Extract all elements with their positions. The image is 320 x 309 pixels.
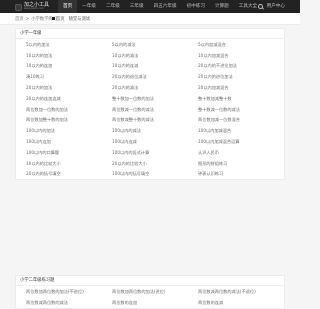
worksheet-link[interactable]: 100以内连减 (112, 139, 198, 144)
worksheet-row: 100以内的口算题 100以内的竖式计算 认识人民币 (26, 147, 284, 158)
worksheet-link[interactable]: 图形的拼组练习 (198, 161, 284, 166)
logo-url: www.jiazhi.com (24, 7, 45, 11)
worksheet-link[interactable]: 10以内的连减 (112, 63, 198, 68)
section-title: 小学一年级 (16, 29, 284, 39)
worksheet-link[interactable]: 整十数减一位数的减法 (198, 107, 284, 112)
worksheet-link[interactable]: 100以内的括号填空 (112, 171, 198, 176)
worksheet-link[interactable]: 两位数加减一位数混合 (198, 117, 284, 122)
worksheet-row: 20以内的括号填空 100以内的括号填空 钟表认识练习 (26, 169, 284, 180)
nav-item-middle-school[interactable]: 初中练习 (182, 0, 210, 13)
worksheet-row: 两位数加两位数的加法(不进位) 两位数加两位数的加法(进位) 两位数减两位数的减法(… (26, 286, 284, 297)
worksheet-link[interactable]: 5以内的减法 (112, 42, 198, 47)
worksheet-link[interactable]: 20以内的加法 (26, 85, 112, 90)
worksheet-link[interactable]: 两位数加整十数的加法 (26, 117, 112, 122)
worksheet-link[interactable]: 20以内的退位减法 (112, 74, 198, 79)
worksheet-link[interactable]: 两位数加一位数的加法 (26, 107, 112, 112)
worksheet-grid: 5以内的加法 5以内的减法 5以内加减混合 10以内的加法 10以内的减法 10以内加减混… (16, 39, 284, 179)
worksheet-link[interactable]: 两位数的连减 (198, 300, 284, 305)
worksheet-link[interactable]: 20以内的进位加法 (198, 74, 284, 79)
worksheet-link[interactable]: 100以内加减混合 (198, 128, 284, 133)
grade-1-section: 小学一年级 5以内的加法 5以内的减法 5以内加减混合 10以内的加法 10以内的减法 1… (15, 28, 285, 181)
breadcrumb-bar: 首页 > 小学数学练习 首页 随堂与测试 (0, 13, 300, 25)
site-logo[interactable]: 加之小工具 www.jiazhi.com (15, 3, 49, 11)
worksheet-row: 100以内连加 100以内连减 100以内加减混合运算 (26, 136, 284, 147)
header-actions: 用户中心 (257, 0, 285, 13)
worksheet-link[interactable]: 整十数加一位数的加法 (112, 96, 198, 101)
worksheet-row: 20以内的连加连减 整十数加一位数的加法 整十数加减整十数 (26, 93, 284, 104)
main-nav: 首页 一年级 二年级 三年级 四五六年级 初中练习 计算题 工具大全 (58, 0, 262, 13)
worksheet-row: 10以内的连加 10以内的连减 20以内的不进位加法 (26, 61, 284, 72)
worksheet-link[interactable]: 20以内加减混合 (198, 85, 284, 90)
worksheet-row: 凑10练习 20以内的退位减法 20以内的进位加法 (26, 71, 284, 82)
worksheet-link[interactable]: 100以内加减混合运算 (198, 139, 284, 144)
top-navigation-bar: 加之小工具 www.jiazhi.com 首页 一年级 二年级 三年级 四五六年… (0, 0, 300, 13)
logo-mark-icon (15, 3, 22, 11)
tab-home[interactable]: 首页 (52, 16, 65, 22)
nav-item-home[interactable]: 首页 (58, 0, 78, 13)
worksheet-link[interactable]: 凑10练习 (26, 74, 112, 79)
worksheet-link[interactable]: 两位数减整十数的减法 (112, 117, 198, 122)
section-title: 小学二年级练习题 (16, 276, 284, 286)
worksheet-link[interactable]: 钟表认识练习 (198, 171, 284, 176)
worksheet-link[interactable]: 100以内的口算题 (26, 150, 112, 155)
worksheet-row: 两位数减两位数的减法 两位数的连加 两位数的连减 (26, 297, 284, 308)
worksheet-link[interactable]: 整十数加减整十数 (198, 96, 284, 101)
tab-home-label: 首页 (56, 16, 65, 22)
worksheet-link[interactable]: 5以内的加法 (26, 42, 112, 47)
worksheet-row: 20以内的加法 20以内的减法 20以内加减混合 (26, 82, 284, 93)
worksheet-link[interactable]: 两位数加两位数的加法(不进位) (26, 289, 112, 294)
worksheet-row: 100以内的加法 100以内的减法 100以内加减混合 (26, 125, 284, 136)
tab-quiz[interactable]: 随堂与测试 (69, 17, 90, 22)
tab-marker-icon (52, 16, 55, 20)
worksheet-link[interactable]: 20以内的减法 (112, 85, 198, 90)
breadcrumb: 首页 > 小学数学练习 (15, 17, 57, 22)
breadcrumb-separator: > (25, 16, 30, 22)
worksheet-row: 两位数加一位数的加法 两位数减一位数的减法 整十数减一位数的减法 (26, 104, 284, 115)
nav-item-grade-1[interactable]: 一年级 (77, 0, 101, 13)
worksheet-link[interactable]: 10以内的加法 (26, 53, 112, 58)
search-icon[interactable] (257, 4, 263, 9)
worksheet-row: 10以内的加法 10以内的减法 10以内加减混合 (26, 50, 284, 61)
worksheet-link[interactable]: 两位数的连加 (112, 300, 198, 305)
worksheet-link[interactable]: 100以内的竖式计算 (112, 150, 198, 155)
worksheet-link[interactable]: 两位数减两位数的减法 (26, 300, 112, 305)
worksheet-row: 10以内的比较大小 20以内的比较大小 图形的拼组练习 (26, 158, 284, 169)
worksheet-link[interactable]: 10以内的比较大小 (26, 161, 112, 166)
breadcrumb-home[interactable]: 首页 (15, 17, 24, 22)
nav-item-grade-456[interactable]: 四五六年级 (149, 0, 182, 13)
grade-2-section: 小学二年级练习题 两位数加两位数的加法(不进位) 两位数加两位数的加法(进位) 两位… (15, 275, 285, 309)
section-tabs: 首页 随堂与测试 (52, 16, 90, 22)
worksheet-link[interactable]: 10以内的连加 (26, 63, 112, 68)
nav-item-grade-2[interactable]: 二年级 (101, 0, 125, 13)
worksheet-link[interactable]: 两位数加两位数的加法(进位) (112, 289, 198, 294)
user-center-link[interactable]: 用户中心 (267, 4, 285, 10)
worksheet-link[interactable]: 100以内的减法 (112, 128, 198, 133)
worksheet-link[interactable]: 5以内加减混合 (198, 42, 284, 47)
worksheet-row: 两位数加整十数的加法 两位数减整十数的减法 两位数加减一位数混合 (26, 115, 284, 126)
worksheet-row: 5以内的加法 5以内的减法 5以内加减混合 (26, 39, 284, 50)
worksheet-link[interactable]: 20以内的括号填空 (26, 171, 112, 176)
worksheet-link[interactable]: 20以内的比较大小 (112, 161, 198, 166)
nav-item-calculation[interactable]: 计算题 (210, 0, 234, 13)
worksheet-link[interactable]: 两位数减一位数的减法 (112, 107, 198, 112)
worksheet-link[interactable]: 10以内加减混合 (198, 53, 284, 58)
worksheet-link[interactable]: 100以内的加法 (26, 128, 112, 133)
worksheet-link[interactable]: 认识人民币 (198, 150, 284, 155)
worksheet-link[interactable]: 20以内的连加连减 (26, 96, 112, 101)
nav-item-grade-3[interactable]: 三年级 (125, 0, 149, 13)
worksheet-link[interactable]: 100以内连加 (26, 139, 112, 144)
worksheet-link[interactable]: 两位数减两位数的减法(不退位) (198, 289, 284, 294)
worksheet-link[interactable]: 20以内的不进位加法 (198, 63, 284, 68)
worksheet-link[interactable]: 10以内的减法 (112, 53, 198, 58)
worksheet-grid: 两位数加两位数的加法(不进位) 两位数加两位数的加法(进位) 两位数减两位数的减法(… (16, 286, 284, 308)
